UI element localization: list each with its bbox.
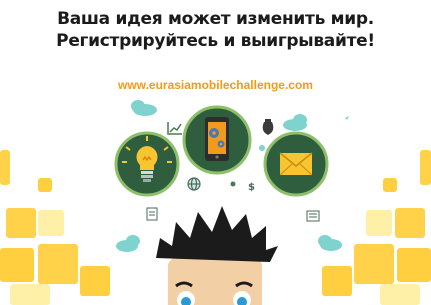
document-icon	[146, 207, 158, 221]
lightbulb-icon	[114, 131, 180, 197]
illustration: $	[114, 100, 349, 305]
cloud-icon	[116, 235, 140, 252]
cloud-icon	[131, 100, 157, 116]
document-icon	[306, 210, 320, 222]
dot-icon	[259, 145, 265, 151]
sparkle-icon	[345, 116, 349, 120]
cloud-icon	[283, 114, 307, 131]
dot-icon	[230, 181, 236, 187]
character-head	[156, 206, 278, 305]
cloud-icon	[318, 235, 342, 251]
envelope-icon	[263, 131, 329, 197]
globe-icon	[187, 177, 201, 191]
phone-gear-icon	[182, 105, 252, 175]
dollar-icon: $	[248, 182, 255, 193]
chart-icon	[167, 122, 182, 135]
money-bag-icon	[262, 119, 274, 135]
svg-text:$: $	[248, 182, 255, 193]
